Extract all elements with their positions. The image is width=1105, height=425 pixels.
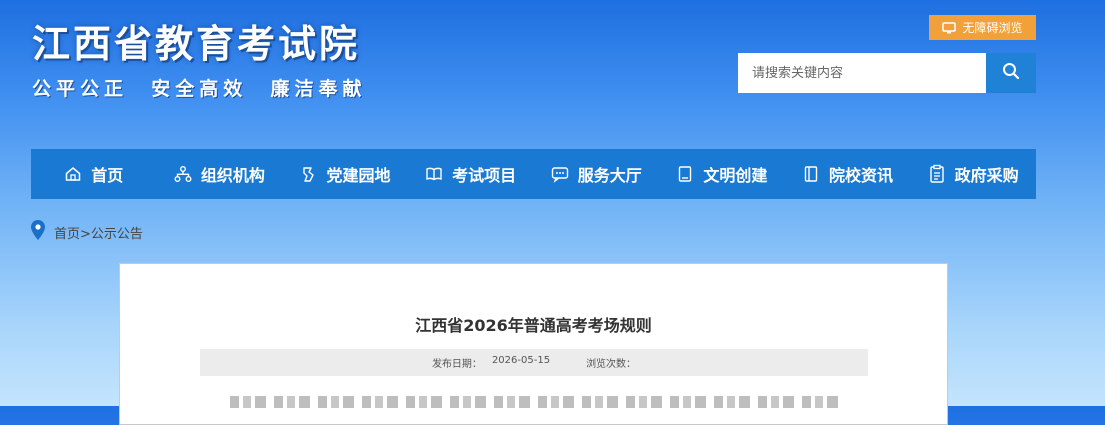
view-count-label: 浏览次数： bbox=[586, 359, 637, 370]
nav-item-service-hall[interactable]: 服务大厅 bbox=[534, 149, 660, 199]
breadcrumb-separator: > bbox=[80, 226, 91, 242]
nav-item-procurement[interactable]: 政府采购 bbox=[910, 149, 1036, 199]
home-icon bbox=[64, 165, 82, 183]
search-input[interactable] bbox=[738, 53, 986, 93]
notebook-icon bbox=[676, 165, 694, 183]
clipboard-icon bbox=[928, 164, 946, 184]
location-pin-icon bbox=[31, 220, 45, 244]
nav-label: 组织机构 bbox=[200, 166, 265, 185]
barrier-free-label: 无障碍浏览 bbox=[962, 21, 1023, 35]
search-button[interactable] bbox=[986, 53, 1036, 93]
article-panel: 江西省2026年普通高考考场规则 发布日期： 2026-05-15 浏览次数： bbox=[119, 263, 948, 425]
nav-label: 文明创建 bbox=[703, 166, 768, 185]
nav-item-organization[interactable]: 组织机构 bbox=[157, 149, 283, 199]
nav-label: 党建园地 bbox=[326, 166, 391, 185]
breadcrumb-home-link[interactable]: 首页 bbox=[54, 227, 80, 242]
nav-item-college-news[interactable]: 院校资讯 bbox=[785, 149, 911, 199]
search-bar bbox=[738, 53, 1036, 93]
document-icon bbox=[802, 165, 820, 183]
publish-date-label: 发布日期： bbox=[431, 359, 482, 370]
nav-item-civilization[interactable]: 文明创建 bbox=[659, 149, 785, 199]
breadcrumb-current-link[interactable]: 公示公告 bbox=[91, 227, 143, 242]
article-body-preview bbox=[230, 396, 840, 408]
nav-label: 首页 bbox=[91, 166, 124, 185]
nav-label: 考试项目 bbox=[452, 166, 517, 185]
nav-label: 政府采购 bbox=[954, 166, 1019, 185]
book-icon bbox=[425, 165, 443, 183]
nav-label: 院校资讯 bbox=[829, 166, 894, 185]
site-logo[interactable]: 江西省教育考试院 公平公正 安全高效 廉洁奉献 bbox=[32, 22, 366, 101]
monitor-icon bbox=[942, 21, 957, 34]
article-meta: 发布日期： 2026-05-15 浏览次数： bbox=[200, 349, 868, 376]
barrier-free-button[interactable]: 无障碍浏览 bbox=[929, 15, 1036, 40]
site-title: 江西省教育考试院 bbox=[32, 21, 361, 66]
article-title: 江西省2026年普通高考考场规则 bbox=[415, 316, 652, 335]
nav-item-exams[interactable]: 考试项目 bbox=[408, 149, 534, 199]
org-chart-icon bbox=[174, 165, 192, 183]
main-nav: 首页 组织机构 党建园地 考试项目 服务大厅 文明创建 院校资讯 政府采购 bbox=[31, 149, 1036, 199]
nav-label: 服务大厅 bbox=[577, 166, 642, 185]
party-icon bbox=[300, 165, 318, 183]
nav-item-party[interactable]: 党建园地 bbox=[282, 149, 408, 199]
search-icon bbox=[1002, 62, 1020, 84]
breadcrumb: 首页>公示公告 bbox=[31, 220, 143, 244]
site-slogan: 公平公正 安全高效 廉洁奉献 bbox=[32, 78, 367, 100]
publish-date: 2026-05-15 bbox=[491, 355, 551, 366]
chat-icon bbox=[551, 165, 569, 183]
nav-item-home[interactable]: 首页 bbox=[31, 149, 157, 199]
